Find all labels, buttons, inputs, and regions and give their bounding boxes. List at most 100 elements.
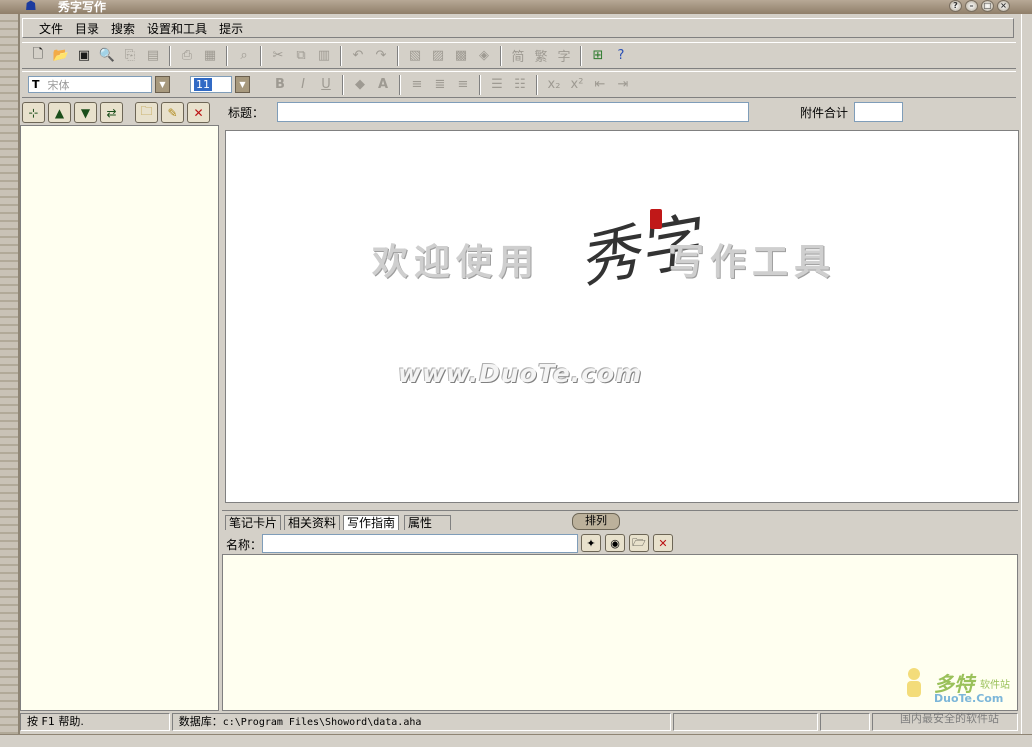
status-help: 按 F1 帮助.: [20, 713, 170, 731]
tree-icon[interactable]: ⊞: [588, 46, 608, 66]
format-toolbar: T 宋体 ▼ 11 ▼ B I U ◆ A ≡ ≣ ≡ ☰ ☷ x₂ x² ⇤ …: [22, 71, 1016, 98]
close-icon[interactable]: ×: [997, 0, 1010, 12]
toolbar-separator: [340, 45, 342, 66]
align-center-icon[interactable]: ≣: [430, 75, 450, 95]
font-size-value: 11: [194, 78, 212, 91]
main-toolbar: 🗋 📂 ▣ 🔍 ⎘ ▤ ⎙ ▦ ⌕ ✂ ⧉ ▥ ↶ ↷ ▧ ▨ ▩ ◈ 简 繁 …: [22, 42, 1016, 69]
outdent-icon[interactable]: ⇤: [590, 75, 610, 95]
underline-button[interactable]: U: [316, 75, 336, 95]
highlight-icon[interactable]: ◆: [350, 75, 370, 95]
status-db-path: c:\Program Files\Showord\data.aha: [222, 717, 422, 728]
indent-icon[interactable]: ⇥: [613, 75, 633, 95]
notes-list[interactable]: [222, 554, 1018, 711]
copy-icon[interactable]: ⧉: [291, 46, 311, 66]
undo-icon[interactable]: ↶: [348, 46, 368, 66]
web-icon[interactable]: ◉: [605, 534, 625, 552]
doc4-icon[interactable]: ◈: [474, 46, 494, 66]
doc1-icon[interactable]: ▧: [405, 46, 425, 66]
traditional-icon[interactable]: 繁: [531, 46, 551, 66]
menu-tips[interactable]: 提示: [219, 20, 243, 37]
cut-icon[interactable]: ✂: [268, 46, 288, 66]
find-icon[interactable]: ⌕: [234, 46, 254, 66]
align-right-icon[interactable]: ≡: [453, 75, 473, 95]
preview-icon[interactable]: 🔍: [97, 46, 117, 66]
menu-search[interactable]: 搜索: [111, 20, 135, 37]
welcome-text-left: 欢迎使用: [372, 241, 541, 283]
editor-area[interactable]: 欢迎使用 秀字 写作工具 www.DuoTe.com: [225, 130, 1019, 503]
bullet-list-icon[interactable]: ☰: [487, 75, 507, 95]
char-icon[interactable]: 字: [554, 46, 574, 66]
redo-icon[interactable]: ↷: [371, 46, 391, 66]
toolbar-separator: [397, 45, 399, 66]
name-input[interactable]: [262, 534, 578, 553]
new-file-icon[interactable]: 🗋: [28, 46, 48, 66]
duote-logo: 多特 软件站 DuoTe.Com 国内最安全的软件站: [900, 664, 1022, 730]
attachments-label: 附件合计: [800, 106, 849, 120]
title-bar[interactable]: ☗ 秀字写作 ? – □ ×: [0, 0, 1032, 14]
subscript-icon[interactable]: x₂: [544, 75, 564, 95]
menu-bar: 文件 目录 搜索 设置和工具 提示: [22, 18, 1014, 38]
font-color-button[interactable]: A: [373, 75, 393, 95]
help-window-icon[interactable]: ?: [949, 0, 962, 12]
print-preview-icon[interactable]: ▦: [200, 46, 220, 66]
paste-icon[interactable]: ▥: [314, 46, 334, 66]
delete-card-icon[interactable]: ✕: [653, 534, 673, 552]
paste-note-icon[interactable]: ▤: [143, 46, 163, 66]
toolbar-separator: [536, 74, 538, 95]
window-left-border: [0, 14, 20, 746]
toolbar-separator: [500, 45, 502, 66]
delete-folder-icon[interactable]: ✕: [187, 102, 210, 123]
select-icon[interactable]: ⊹: [22, 102, 45, 123]
name-label: 名称：: [226, 538, 263, 552]
toolbar-separator: [342, 74, 344, 95]
menu-directory[interactable]: 目录: [75, 20, 99, 37]
toolbar-separator: [226, 45, 228, 66]
sort-button[interactable]: 排列: [572, 513, 620, 530]
edit-folder-icon[interactable]: ✎: [161, 102, 184, 123]
font-dropdown-arrow-icon[interactable]: ▼: [155, 76, 170, 93]
save-icon[interactable]: ▣: [74, 46, 94, 66]
move-icon[interactable]: ⇄: [100, 102, 123, 123]
main-area: 标题： 附件合计 欢迎使用 秀字 写作工具 www.DuoTe.com 笔记卡片…: [222, 101, 1019, 711]
directory-panel: ⊹ ▲ ▼ ⇄ 🗀 ✎ ✕: [20, 101, 219, 711]
print-icon[interactable]: ⎙: [177, 46, 197, 66]
tab-related-material[interactable]: 相关资料: [284, 515, 341, 530]
font-size-select[interactable]: 11: [190, 76, 232, 93]
up-arrow-icon[interactable]: ▲: [48, 102, 71, 123]
new-folder-icon[interactable]: 🗀: [135, 102, 158, 123]
copy-note-icon[interactable]: ⎘: [120, 46, 140, 66]
welcome-text-right: 写作工具: [668, 241, 837, 283]
maximize-icon[interactable]: □: [981, 0, 994, 12]
open-card-icon[interactable]: 🗁: [629, 534, 649, 552]
help-icon[interactable]: ?: [611, 46, 631, 66]
superscript-icon[interactable]: x²: [567, 75, 587, 95]
open-folder-icon[interactable]: 📂: [51, 46, 71, 66]
directory-tree[interactable]: [20, 125, 219, 711]
simplified-icon[interactable]: 简: [508, 46, 528, 66]
tab-writing-guide[interactable]: 写作指南: [343, 515, 400, 530]
doc2-icon[interactable]: ▨: [428, 46, 448, 66]
tab-bar: 笔记卡片 相关资料 写作指南 属性 排列: [222, 510, 1018, 531]
title-row: 标题： 附件合计: [222, 101, 1018, 123]
minimize-icon[interactable]: –: [965, 0, 978, 12]
title-label: 标题：: [228, 106, 265, 120]
font-name-select[interactable]: T 宋体: [28, 76, 152, 93]
tab-note-cards[interactable]: 笔记卡片: [225, 515, 282, 530]
size-dropdown-arrow-icon[interactable]: ▼: [235, 76, 250, 93]
new-card-icon[interactable]: ✦: [581, 534, 601, 552]
doc3-icon[interactable]: ▩: [451, 46, 471, 66]
toolbar-separator: [580, 45, 582, 66]
align-left-icon[interactable]: ≡: [407, 75, 427, 95]
brand-domain: DuoTe.Com: [934, 692, 1004, 705]
italic-button[interactable]: I: [293, 75, 313, 95]
status-bar: 按 F1 帮助. 数据库：c:\Program Files\Showord\da…: [20, 713, 1020, 731]
tab-properties[interactable]: 属性: [404, 515, 451, 530]
title-input[interactable]: [277, 102, 749, 122]
down-arrow-icon[interactable]: ▼: [74, 102, 97, 123]
number-list-icon[interactable]: ☷: [510, 75, 530, 95]
toolbar-separator: [169, 45, 171, 66]
menu-file[interactable]: 文件: [39, 20, 63, 37]
menu-settings-tools[interactable]: 设置和工具: [147, 20, 207, 37]
bold-button[interactable]: B: [270, 75, 290, 95]
red-seal-icon: [650, 209, 662, 229]
